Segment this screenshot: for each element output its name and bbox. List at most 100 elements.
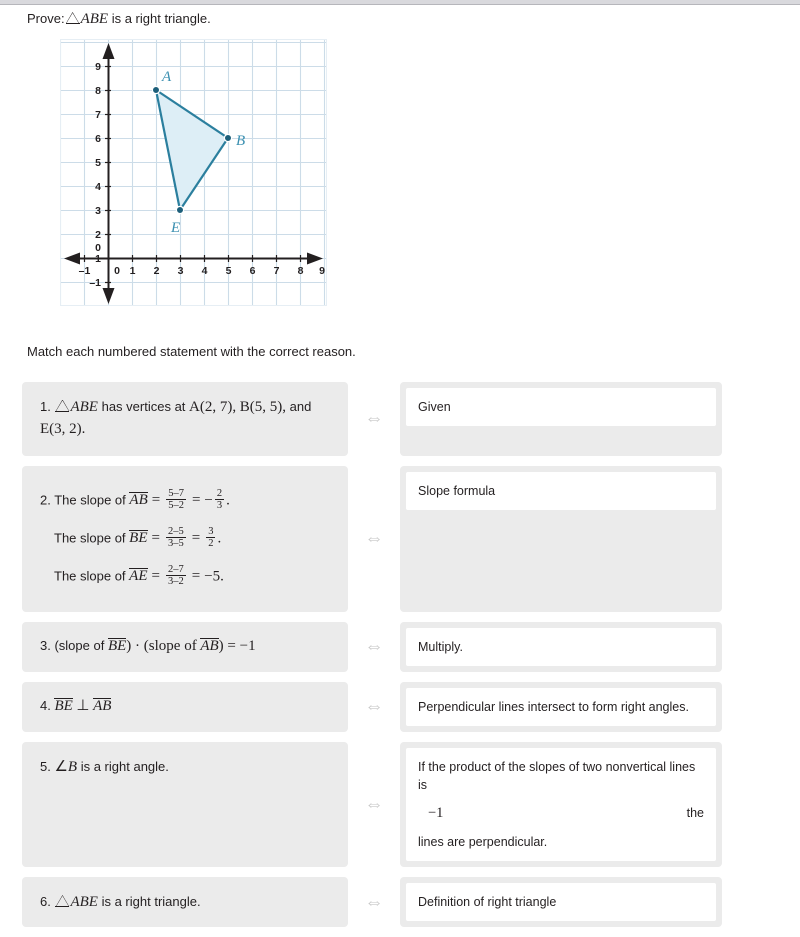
reason-box-2[interactable]: Slope formula [400, 465, 722, 612]
statement-1-text: 1. ABE has vertices at A(2, 7), B(5, 5),… [40, 396, 332, 419]
match-row-6: 6. ABE is a right triangle. ⇔ Definition… [0, 877, 800, 928]
statement-box-5[interactable]: 5. ∠B is a right angle. [22, 741, 348, 868]
statement-1-vertex-a: A(2, 7), [189, 398, 237, 415]
statement-1-and: and [289, 398, 312, 414]
match-row-1: 1. ABE has vertices at A(2, 7), B(5, 5),… [0, 381, 800, 456]
reason-2-text: Slope formula [406, 471, 716, 510]
reason-5-value: −1 [428, 805, 444, 821]
svg-text:2: 2 [95, 229, 101, 241]
minus-sign-ab: − [204, 491, 213, 508]
statement-3-open: (slope of [54, 638, 105, 654]
statement-4-number: 4. [40, 698, 51, 714]
prove-triangle-label: ABE [80, 11, 109, 27]
segment-ab: AB [200, 638, 219, 655]
svg-text:9: 9 [95, 61, 101, 73]
match-arrow-icon-1: ⇔ [364, 408, 384, 429]
svg-text:1: 1 [95, 253, 101, 265]
fraction-be: 2–5 3–5 [165, 525, 186, 549]
segment-be: BE [129, 529, 148, 546]
match-arrow-icon-2: ⇔ [364, 528, 384, 549]
reason-4-text: Perpendicular lines intersect to form ri… [406, 687, 716, 726]
statement-1-phrase: has vertices at [101, 398, 186, 414]
reason-box-4[interactable]: Perpendicular lines intersect to form ri… [400, 681, 722, 732]
reason-1-text: Given [406, 387, 716, 426]
statement-1-triangle: ABE [70, 398, 98, 415]
reason-5-text: If the product of the slopes of two nonv… [406, 747, 716, 862]
reason-6-text: Definition of right triangle [406, 883, 716, 922]
statement-3-close: ) = −1 [218, 638, 256, 655]
vertex-label-a: A [161, 69, 172, 85]
instruction-text: Match each numbered statement with the c… [27, 343, 356, 359]
fraction-ae: 2–7 3–2 [165, 563, 186, 587]
angle-icon: ∠ [54, 758, 68, 775]
match-arrow-icon-6: ⇔ [364, 891, 384, 913]
match-list: 1. ABE has vertices at A(2, 7), B(5, 5),… [0, 381, 800, 928]
result-fraction-be: 32 [206, 525, 216, 549]
match-arrow-icon-4: ⇔ [364, 696, 384, 718]
segment-ae: AE [129, 567, 148, 584]
perpendicular-icon: ⊥ [76, 698, 90, 715]
reason-box-3[interactable]: Multiply. [400, 621, 722, 672]
svg-text:–1: –1 [89, 277, 101, 289]
statement-2-prefix-2: The slope of [54, 529, 126, 545]
svg-text:7: 7 [95, 109, 101, 121]
svg-text:5: 5 [226, 265, 232, 277]
match-row-5: 5. ∠B is a right angle. ⇔ If the product… [0, 741, 800, 868]
prove-statement: Prove: ABE is a right triangle. [0, 5, 800, 30]
vertex-label-b: B [236, 133, 245, 149]
statement-box-6[interactable]: 6. ABE is a right triangle. [22, 877, 348, 928]
svg-text:7: 7 [274, 265, 280, 277]
segment-ab: AB [93, 698, 112, 715]
statement-5-text: 5. ∠B is a right angle. [40, 756, 332, 779]
svg-text:0: 0 [114, 265, 120, 277]
statement-3-number: 3. [40, 638, 51, 654]
statement-2-number: 2. [40, 491, 51, 507]
svg-text:4: 4 [202, 265, 208, 277]
statement-6-triangle: ABE [70, 893, 98, 910]
svg-text:4: 4 [95, 181, 101, 193]
statement-box-2[interactable]: 2. The slope of AB = 5–7 5–2 = −2 3. The slope… [22, 465, 348, 612]
prove-prefix: Prove: [27, 11, 65, 26]
statement-1-number: 1. [40, 398, 51, 414]
statement-5-tail: is a right angle. [80, 758, 169, 774]
svg-text:9: 9 [319, 265, 325, 277]
svg-text:6: 6 [250, 265, 256, 277]
reason-box-6[interactable]: Definition of right triangle [400, 877, 722, 928]
prove-suffix: is a right triangle. [111, 11, 211, 26]
svg-text:3: 3 [178, 265, 184, 277]
statement-1-vertex-e: E(3, 2). [40, 421, 86, 437]
statement-2-prefix-3: The slope of [54, 567, 126, 583]
result-ae: −5. [204, 567, 224, 584]
svg-text:8: 8 [298, 265, 304, 277]
statement-2-line-1: 2. The slope of AB = 5–7 5–2 = −2 3. [40, 487, 230, 511]
reason-box-1[interactable]: Given [400, 381, 722, 456]
svg-text:1: 1 [130, 265, 136, 277]
match-arrow-icon-3: ⇔ [364, 636, 384, 658]
svg-text:2: 2 [154, 265, 160, 277]
coordinate-graph: 9 8 7 6 5 4 3 2 1 0 –1 –1 0 1 2 3 4 5 6 … [60, 38, 327, 306]
segment-be: BE [107, 638, 127, 655]
segment-ab: AB [129, 491, 148, 508]
statement-box-3[interactable]: 3. (slope of BE) · (slope of AB) = −1 [22, 621, 348, 672]
reason-box-5[interactable]: If the product of the slopes of two nonv… [400, 741, 722, 868]
statement-3-middle: ) · (slope of [126, 638, 197, 655]
vertex-label-e: E [170, 220, 180, 236]
segment-be: BE [54, 698, 73, 715]
statement-2-line-3: The slope of AE = 2–7 3–2 = −5. [54, 563, 224, 587]
page-content: Prove: ABE is a right triangle. 9 8 7 6 … [0, 5, 800, 937]
reason-3-text: Multiply. [406, 627, 716, 666]
statement-box-4[interactable]: 4. BE ⊥ AB [22, 681, 348, 732]
svg-text:5: 5 [95, 157, 101, 169]
svg-text:–1: –1 [79, 265, 91, 277]
match-arrow-icon-5: ⇔ [364, 793, 384, 815]
reason-5-line-3: lines are perpendicular. [418, 835, 548, 850]
coordinate-graph-svg: 9 8 7 6 5 4 3 2 1 0 –1 –1 0 1 2 3 4 5 6 … [60, 38, 327, 306]
match-row-3: 3. (slope of BE) · (slope of AB) = −1 ⇔ … [0, 621, 800, 672]
match-row-2: 2. The slope of AB = 5–7 5–2 = −2 3. The slope… [0, 465, 800, 612]
triangle-icon [55, 895, 70, 907]
statement-box-1[interactable]: 1. ABE has vertices at A(2, 7), B(5, 5),… [22, 381, 348, 456]
statement-5-angle-letter: B [67, 758, 78, 775]
match-row-4: 4. BE ⊥ AB ⇔ Perpendicular lines interse… [0, 681, 800, 732]
statement-6-tail: is a right triangle. [101, 893, 201, 909]
svg-text:0: 0 [95, 242, 101, 254]
